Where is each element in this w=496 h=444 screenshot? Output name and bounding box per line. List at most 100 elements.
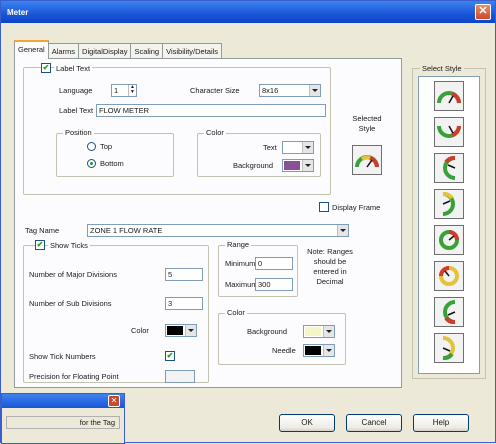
sub-divisions-input[interactable]: 3 (165, 297, 203, 310)
style-option-2[interactable] (434, 117, 464, 147)
popup-text: for the Tag (79, 418, 115, 427)
ticks-group (23, 245, 209, 383)
chevron-down-icon (302, 142, 313, 153)
style-option-3[interactable] (434, 153, 464, 183)
language-spinner[interactable]: 1 ▲ ▼ (111, 84, 137, 97)
precision-label: Precision for Floating Point (29, 372, 119, 381)
sub-divisions-value: 3 (168, 299, 173, 308)
background-color-swatch (284, 161, 300, 170)
chevron-down-icon (185, 325, 196, 336)
close-button[interactable]: ✕ (475, 4, 491, 20)
tag-name-value: ZONE 1 FLOW RATE (90, 226, 163, 235)
background-color-label: Background (233, 161, 274, 170)
close-icon: ✕ (478, 5, 488, 17)
spinner-arrows-icon: ▲ ▼ (128, 85, 136, 96)
sub-divisions-label: Number of Sub Divisions (29, 299, 112, 308)
chevron-down-icon (302, 160, 313, 171)
gauge-icon (355, 155, 379, 168)
maximum-label: Maximum (225, 280, 258, 289)
position-group-title: Position (63, 128, 94, 137)
tick-color-swatch (167, 326, 183, 335)
tag-popup-window: ✕ for the Tag (1, 393, 125, 444)
style-option-6[interactable] (434, 261, 464, 291)
language-value: 1 (114, 86, 119, 95)
popup-close-button[interactable]: ✕ (108, 395, 120, 407)
position-group: Position (56, 128, 174, 177)
gauge-icon (437, 91, 461, 104)
maximum-value: 300 (258, 280, 271, 289)
gauge-icon (443, 156, 456, 180)
chevron-down-icon (309, 85, 320, 96)
precision-spinner[interactable] (165, 370, 195, 383)
maximum-input[interactable]: 300 (255, 278, 293, 291)
style-option-1[interactable] (434, 81, 464, 111)
cancel-button[interactable]: Cancel (346, 414, 402, 432)
text-color-picker[interactable] (282, 141, 314, 154)
select-style-title: Select Style (420, 64, 464, 73)
style-option-4[interactable] (434, 189, 464, 219)
tab-scaling[interactable]: Scaling (130, 43, 164, 59)
tab-strip: General Alarms DigitalDisplay Scaling Vi… (14, 40, 223, 59)
meter-background-label: Background (247, 327, 288, 336)
style-option-7[interactable] (434, 297, 464, 327)
style-option-8[interactable] (434, 333, 464, 363)
meter-color-group: Color (218, 308, 346, 365)
position-top-label: Top (100, 142, 113, 151)
tick-color-picker[interactable] (165, 324, 197, 337)
display-frame-label: Display Frame (332, 203, 381, 212)
label-text-value: FLOW METER (99, 106, 149, 115)
show-ticks-label: Show Ticks (48, 241, 90, 250)
tab-digital-display[interactable]: DigitalDisplay (78, 43, 132, 59)
title-bar: Meter ✕ (1, 1, 495, 23)
minimum-input[interactable]: 0 (255, 257, 293, 270)
show-ticks-checkbox[interactable]: ✔ (35, 240, 45, 250)
ok-button[interactable]: OK (279, 414, 335, 432)
label-text-checkbox-label: Label Text (54, 64, 93, 73)
text-color-label: Text (263, 143, 277, 152)
tag-name-select[interactable]: ZONE 1 FLOW RATE (87, 224, 349, 237)
meter-background-picker[interactable] (303, 325, 335, 338)
gauge-icon (442, 192, 455, 216)
range-group-title: Range (225, 240, 252, 249)
label-text-checkbox[interactable]: ✔ (41, 63, 51, 73)
help-button[interactable]: Help (413, 414, 469, 432)
position-top-radio[interactable] (87, 142, 96, 151)
close-icon: ✕ (110, 396, 118, 405)
label-color-group-title: Color (204, 128, 226, 137)
general-tab-panel: ✔ Label Text Language 1 ▲ ▼ Character Siz… (14, 58, 402, 388)
gauge-icon (442, 336, 455, 360)
tick-color-label: Color (131, 326, 149, 335)
char-size-label: Character Size (190, 86, 240, 95)
chevron-down-icon (323, 326, 334, 337)
gauge-icon (439, 230, 459, 250)
position-bottom-label: Bottom (100, 159, 124, 168)
style-option-5[interactable] (434, 225, 464, 255)
display-frame-checkbox[interactable] (319, 202, 329, 212)
show-tick-numbers-checkbox[interactable]: ✔ (165, 351, 175, 361)
background-color-picker[interactable] (282, 159, 314, 172)
meter-color-group-title: Color (225, 308, 247, 317)
tab-general[interactable]: General (14, 40, 49, 59)
gauge-icon (443, 300, 456, 324)
major-divisions-input[interactable]: 5 (165, 268, 203, 281)
minimum-label: Minimum (225, 259, 256, 268)
tag-name-label: Tag Name (25, 226, 60, 235)
tab-alarms[interactable]: Alarms (47, 43, 80, 59)
popup-title-bar (2, 394, 124, 408)
popup-text-field: for the Tag (6, 416, 120, 429)
position-bottom-radio[interactable] (87, 159, 96, 168)
char-size-select[interactable]: 8x16 (259, 84, 321, 97)
label-text-field-label: Label Text (59, 106, 94, 115)
minimum-value: 0 (258, 259, 263, 268)
tab-visibility-details[interactable]: Visibility/Details (162, 43, 223, 59)
meter-background-swatch (305, 327, 321, 336)
needle-color-picker[interactable] (303, 344, 335, 357)
needle-label: Needle (272, 346, 296, 355)
selected-style-preview (352, 145, 382, 175)
label-text-input[interactable]: FLOW METER (96, 104, 326, 117)
style-list (418, 76, 480, 374)
char-size-value: 8x16 (262, 86, 279, 95)
language-label: Language (59, 86, 93, 95)
gauge-icon (437, 125, 461, 138)
meter-dialog: Meter ✕ General Alarms DigitalDisplay Sc… (0, 0, 496, 444)
